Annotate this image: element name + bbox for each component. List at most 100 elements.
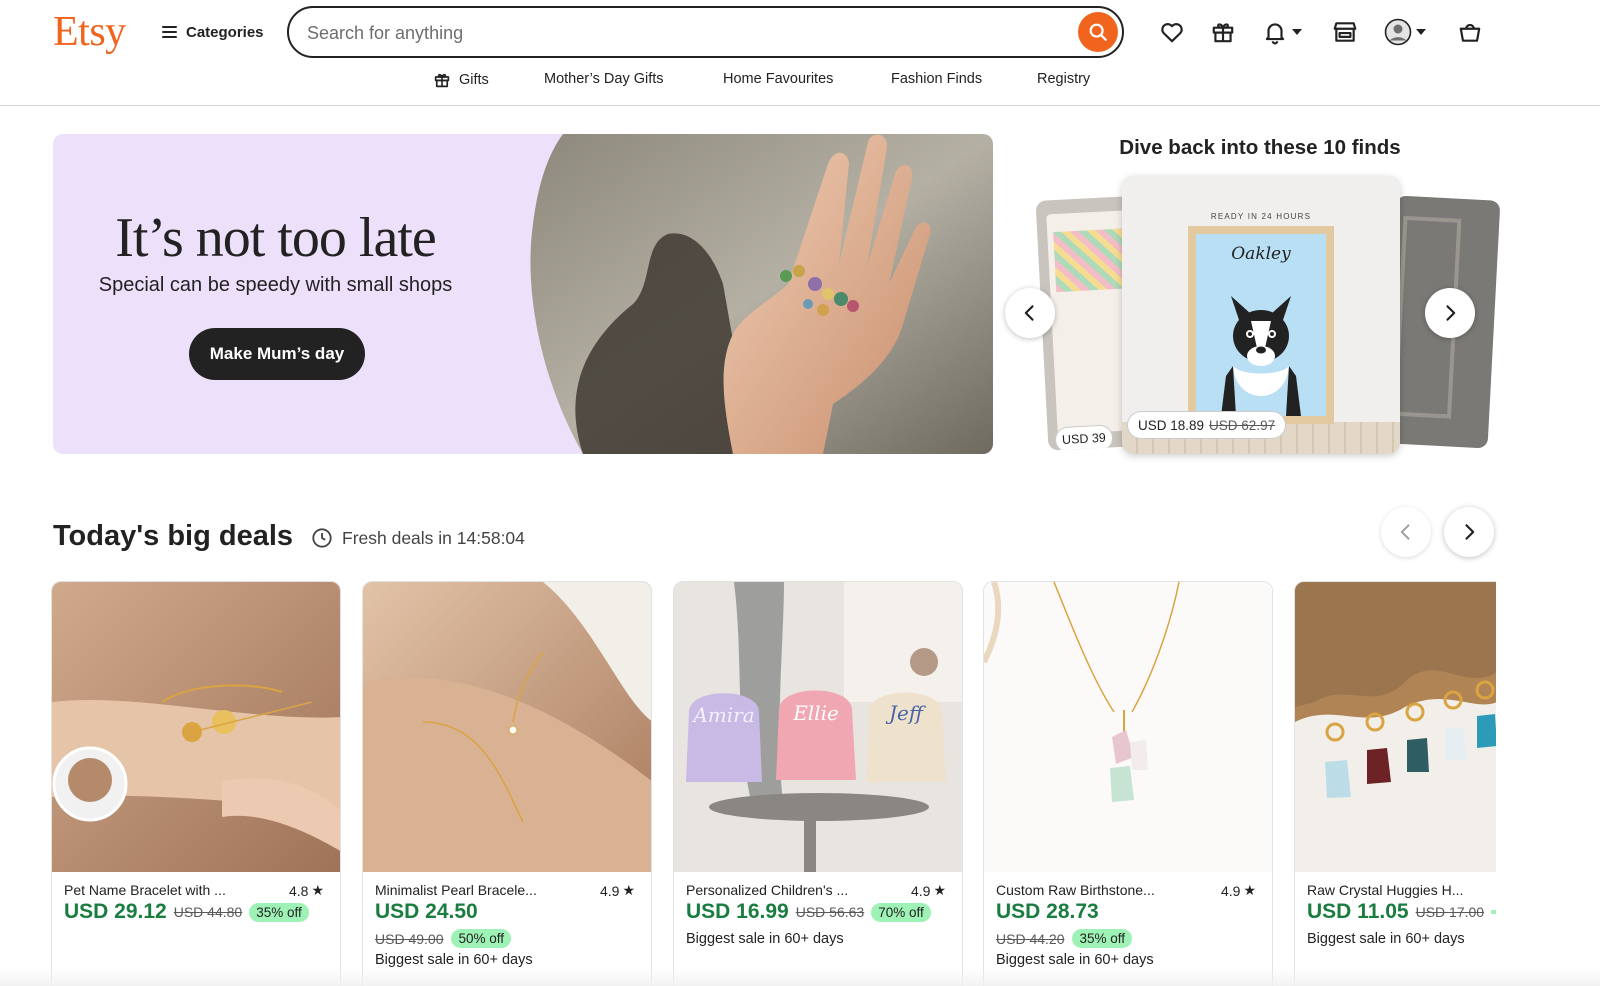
sale-price: USD 28.73 [996, 900, 1099, 923]
product-title: Pet Name Bracelet with ... [64, 882, 226, 898]
price-row: USD 11.05 USD 17.00 [1307, 900, 1496, 924]
star-icon: ★ [1243, 882, 1256, 898]
make-mums-day-button[interactable]: Make Mum’s day [189, 328, 365, 380]
hero-image [530, 134, 993, 454]
page-fade [0, 968, 1600, 986]
sale-note: Biggest sale in 60+ days [996, 952, 1154, 968]
gift-icon [434, 73, 450, 88]
product-image [52, 582, 340, 872]
cart-icon [1459, 23, 1481, 42]
carousel-next-button[interactable] [1425, 288, 1475, 338]
nav-item-registry[interactable]: Registry [1037, 71, 1090, 87]
favorites-button[interactable] [1159, 16, 1185, 48]
hero-subtitle: Special can be speedy with small shops [98, 274, 453, 296]
product-rating: 4.9 ★ [911, 882, 946, 899]
categories-button[interactable]: Categories [162, 20, 264, 44]
hero-banner[interactable]: It’s not too late Special can be speedy … [53, 134, 993, 454]
star-icon: ★ [622, 882, 635, 898]
sale-note: Biggest sale in 60+ days [686, 931, 844, 947]
chevron-right-icon [1465, 524, 1475, 540]
product-title: Minimalist Pearl Bracele... [375, 882, 537, 898]
deal-card[interactable]: Minimalist Pearl Bracele... 4.9 ★ USD 24.… [362, 581, 652, 986]
chevron-left-icon [1024, 305, 1034, 321]
category-nav: Gifts Mother’s Day Gifts Home Favourites… [0, 71, 1600, 95]
discount-badge: 35% off [249, 902, 309, 922]
original-price: USD 56.63 [795, 904, 865, 920]
sale-price: USD 29.12 [64, 900, 167, 923]
recent-item-image: Oakley [1196, 234, 1326, 416]
sale-price: USD 24.50 [375, 900, 478, 923]
price-row: USD 16.99 USD 56.63 70% off [686, 900, 931, 924]
gift-icon [1212, 23, 1234, 43]
rating-value: 4.9 [1220, 882, 1241, 899]
recent-item-price: USD 18.89 USD 62.97 [1128, 412, 1286, 438]
svg-text:Amira: Amira [691, 703, 754, 727]
original-price: USD 44.20 [996, 930, 1065, 947]
categories-label: Categories [186, 23, 264, 41]
deal-card[interactable]: Raw Crystal Huggies H... USD 11.05 USD 1… [1294, 581, 1496, 986]
product-rating: 4.9 ★ [600, 882, 635, 899]
price-row: USD 28.73 [996, 900, 1099, 924]
cart-button[interactable] [1457, 16, 1483, 48]
carousel-prev-button[interactable] [1005, 288, 1055, 338]
gifts-header-button[interactable] [1210, 16, 1236, 48]
original-price: USD 44.80 [173, 904, 243, 920]
nav-item-gifts[interactable]: Gifts [433, 71, 489, 89]
chevron-left-icon [1400, 524, 1410, 540]
search-input[interactable] [307, 19, 1047, 47]
rating-value: 4.9 [599, 882, 620, 899]
star-icon: ★ [311, 882, 324, 898]
etsy-logo[interactable]: Etsy [53, 8, 126, 56]
avatar [1384, 18, 1412, 46]
nav-item-fashion-finds[interactable]: Fashion Finds [891, 71, 982, 87]
product-image [363, 582, 651, 872]
discount-badge: 70% off [871, 902, 931, 922]
deal-card[interactable]: Amira Ellie Jeff Personalized Children's… [673, 581, 963, 986]
nav-item-mothers-day[interactable]: Mother’s Day Gifts [544, 71, 664, 87]
site-header: Etsy Categories Gifts Mother’s Day Gifts… [0, 0, 1600, 106]
clock-icon [312, 528, 332, 548]
poster-name: Oakley [1231, 244, 1291, 264]
search-button[interactable] [1078, 12, 1118, 52]
nav-item-home-favourites[interactable]: Home Favourites [723, 71, 833, 87]
svg-text:Ellie: Ellie [792, 701, 839, 725]
price-row: USD 24.50 [375, 900, 478, 924]
shop-icon [1333, 22, 1357, 42]
deals-prev-button[interactable] [1381, 507, 1431, 557]
sale-note: Biggest sale in 60+ days [1307, 931, 1465, 947]
deals-timer: Fresh deals in 14:58:04 [311, 527, 525, 549]
nav-label: Gifts [459, 72, 489, 88]
price-row: USD 29.12 USD 44.80 35% off [64, 900, 309, 924]
heart-icon [1161, 23, 1183, 43]
timer-label: Fresh deals in 14:58:04 [342, 527, 525, 548]
section-title: Today's big deals [53, 520, 294, 552]
menu-icon [162, 26, 177, 38]
recently-viewed-title: Dive back into these 10 finds [1119, 136, 1401, 159]
product-title: Personalized Children's ... [686, 882, 849, 898]
poster-frame: Oakley [1188, 226, 1334, 424]
star-icon: ★ [933, 882, 946, 898]
sale-price: USD 16.99 [686, 900, 789, 923]
product-image [1295, 582, 1496, 872]
recent-item-card[interactable]: READY IN 24 HOURS Oakley USD 18.89 USD 6… [1122, 176, 1400, 454]
product-rating: 4.9 ★ [1221, 882, 1256, 899]
notifications-button[interactable] [1262, 16, 1302, 48]
hero-title: It’s not too late [115, 207, 437, 269]
search-bar [287, 6, 1124, 58]
discount-badge: 35% off [1072, 929, 1133, 948]
recently-viewed-carousel: USD 39 READY IN 24 HOURS Oakley USD 18.8… [1005, 176, 1501, 454]
bell-icon [1265, 23, 1285, 45]
svg-text:Jeff: Jeff [885, 701, 927, 725]
deals-next-button[interactable] [1444, 507, 1494, 557]
rating-value: 4.8 [288, 882, 309, 899]
deal-card[interactable]: Custom Raw Birthstone... 4.9 ★ USD 28.73 … [983, 581, 1273, 986]
deal-card[interactable]: Pet Name Bracelet with ... 4.8 ★ USD 29.1… [51, 581, 341, 986]
account-button[interactable] [1384, 16, 1426, 48]
old-price: USD 62.97 [1209, 417, 1276, 433]
discount-badge: 50% off [451, 929, 512, 948]
discount-row: USD 44.20 35% off [996, 929, 1133, 948]
original-price: USD 49.00 [375, 930, 444, 947]
discount-badge [1491, 910, 1496, 914]
shop-manager-button[interactable] [1332, 16, 1358, 48]
chevron-right-icon [1446, 305, 1456, 321]
